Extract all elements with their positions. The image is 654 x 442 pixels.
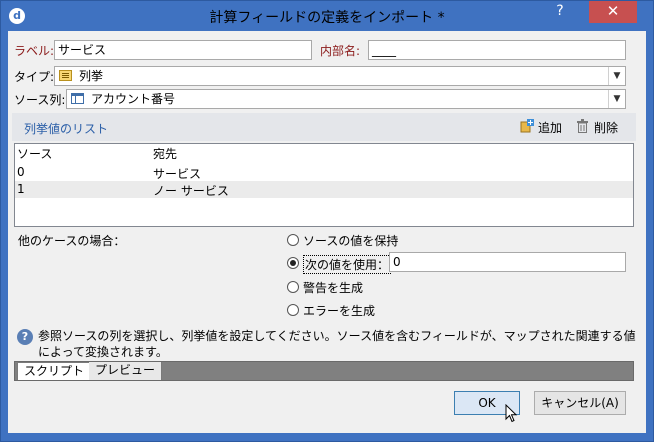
trash-icon [577,119,588,133]
list-item[interactable]: 0 サービス [15,164,633,181]
row-dest: サービス [153,167,202,181]
type-select[interactable]: 列挙 ▼ [54,66,626,86]
column-header-source[interactable]: ソース [17,145,52,162]
internal-name-label: 内部名: [320,44,361,58]
source-column-select[interactable]: アカウント番号 ▼ [66,89,626,109]
tab-bar: スクリプト プレビュー [14,361,634,381]
add-icon [520,119,534,133]
cancel-button[interactable]: キャンセル(A) [534,391,626,415]
radio-error[interactable] [287,304,299,316]
list-item[interactable]: 1 ノー サービス [15,181,633,198]
mouse-cursor-icon [505,404,518,423]
source-column-label: ソース列: [14,93,66,107]
row-source: 1 [17,182,25,196]
other-cases-label: 他のケースの場合： [18,234,126,248]
info-text: 参照ソースの列を選択し、列挙値を設定してください。ソース値を含むフィールドが、マ… [38,329,636,359]
radio-warning-label[interactable]: 警告を生成 [303,279,363,296]
row-dest: ノー サービス [153,184,229,198]
list-icon [59,70,72,81]
radio-warning[interactable] [287,281,299,293]
label-input[interactable]: サービス [54,40,312,60]
tab-preview[interactable]: プレビュー [89,362,163,380]
radio-keep-source[interactable] [287,234,299,246]
dialog-window: d 計算フィールドの定義をインポート * ? ✕ ラベル: サービス 内部名: … [0,0,654,442]
enum-list-title: 列挙値のリスト [24,122,109,136]
delete-label: 削除 [594,121,619,135]
info-icon: ? [17,329,33,345]
list-header: ソース 宛先 [15,144,633,162]
chevron-down-icon[interactable]: ▼ [608,90,625,108]
type-label: タイプ: [14,70,55,84]
help-button[interactable]: ? [547,1,573,23]
column-header-dest[interactable]: 宛先 [153,145,177,162]
enum-list[interactable]: ソース 宛先 0 サービス 1 ノー サービス [14,143,634,227]
row-source: 0 [17,165,25,179]
use-value-input[interactable]: 0 [389,252,626,272]
close-button[interactable]: ✕ [589,1,637,23]
internal-name-input[interactable]: ____ [368,40,626,60]
radio-error-label[interactable]: エラーを生成 [303,302,375,319]
add-label: 追加 [538,121,563,135]
type-select-value: 列挙 [79,69,104,83]
radio-use-value[interactable] [287,257,299,269]
label-field-label: ラベル: [14,44,55,58]
source-column-value: アカウント番号 [91,92,176,106]
table-column-icon [71,93,84,104]
radio-use-value-label[interactable]: 次の値を使用： [303,255,392,274]
title-bar[interactable]: d 計算フィールドの定義をインポート * ? ✕ [1,1,653,31]
tab-script[interactable]: スクリプト [17,362,92,380]
dialog-body: ラベル: サービス 内部名: ____ タイプ: 列挙 ▼ ソース列: アカウン… [8,31,646,433]
radio-keep-source-label[interactable]: ソースの値を保持 [303,232,398,249]
chevron-down-icon[interactable]: ▼ [608,67,625,85]
enum-list-header: 列挙値のリスト 追加 削除 [12,113,636,141]
